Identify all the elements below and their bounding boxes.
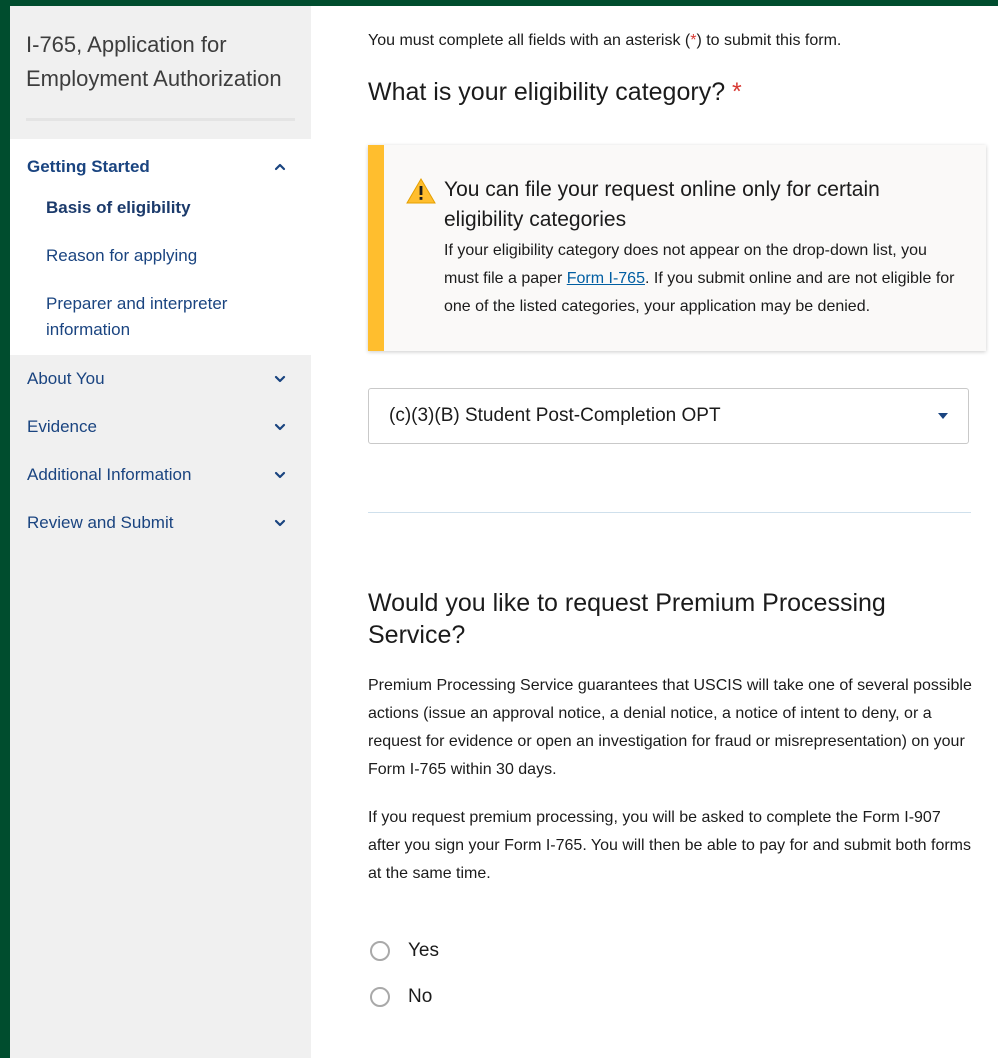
alert-heading: You can file your request online only fo… [444,178,880,231]
nav-section-label: About You [27,369,105,388]
premium-instructions: If you request premium processing, you w… [368,808,971,882]
eligibility-category-select[interactable]: (c)(3)(B) Student Post-Completion OPT [368,388,969,444]
nav-section-label: Review and Submit [27,513,174,532]
radio-label: No [408,985,433,1007]
chevron-down-icon [272,515,288,531]
chevron-down-icon [272,467,288,483]
sidebar-item-basis-of-eligibility[interactable]: Basis of eligibility [10,195,311,221]
nav-section-label: Additional Information [27,465,192,484]
premium-description: Premium Processing Service guarantees th… [368,676,972,778]
premium-radio-group: Yes No [368,928,973,1020]
nav-section-getting-started: Getting Started Basis of eligibility Rea… [10,139,311,355]
warning-alert: You can file your request online only fo… [368,145,986,351]
radio-yes[interactable]: Yes [368,928,973,974]
form-i765-link[interactable]: Form I-765 [567,270,645,287]
premium-processing-question: Would you like to request Premium Proces… [368,589,886,649]
app-frame: I-765, Application for Employment Author… [10,6,998,1058]
nav-section-evidence[interactable]: Evidence [10,403,311,451]
nav-section-review-and-submit[interactable]: Review and Submit [10,499,311,547]
radio-label: Yes [408,939,439,961]
sidebar: I-765, Application for Employment Author… [10,6,311,1058]
main-content: You must complete all fields with an ast… [368,6,986,1020]
chevron-down-icon [272,371,288,387]
nav-section-label: Evidence [27,417,97,436]
nav-section-toggle-getting-started[interactable]: Getting Started [10,147,311,187]
sidebar-divider [26,118,295,121]
required-fields-note: You must complete all fields with an ast… [368,32,842,49]
sidebar-item-preparer-interpreter[interactable]: Preparer and interpreter information [10,291,311,343]
radio-circle[interactable] [370,986,390,1007]
nav-section-label: Getting Started [27,157,150,176]
radio-circle[interactable] [370,940,390,961]
sidebar-nav: Getting Started Basis of eligibility Rea… [10,139,311,547]
alert-body: If your eligibility category does not ap… [444,242,955,315]
sidebar-item-reason-for-applying[interactable]: Reason for applying [10,243,311,269]
nav-section-additional-information[interactable]: Additional Information [10,451,311,499]
eligibility-question: What is your eligibility category? * [368,78,742,106]
select-value: (c)(3)(B) Student Post-Completion OPT [389,405,721,426]
chevron-down-icon [272,419,288,435]
form-title: I-765, Application for Employment Author… [26,32,282,91]
nav-collapsed-sections: About You Evidence Additional Informatio… [10,355,311,547]
section-divider [368,512,971,513]
warning-triangle-icon [406,178,436,204]
radio-no[interactable]: No [368,974,973,1020]
nav-section-about-you[interactable]: About You [10,355,311,403]
chevron-up-icon [272,159,288,175]
caret-down-icon [938,413,948,419]
required-asterisk: * [732,78,742,106]
